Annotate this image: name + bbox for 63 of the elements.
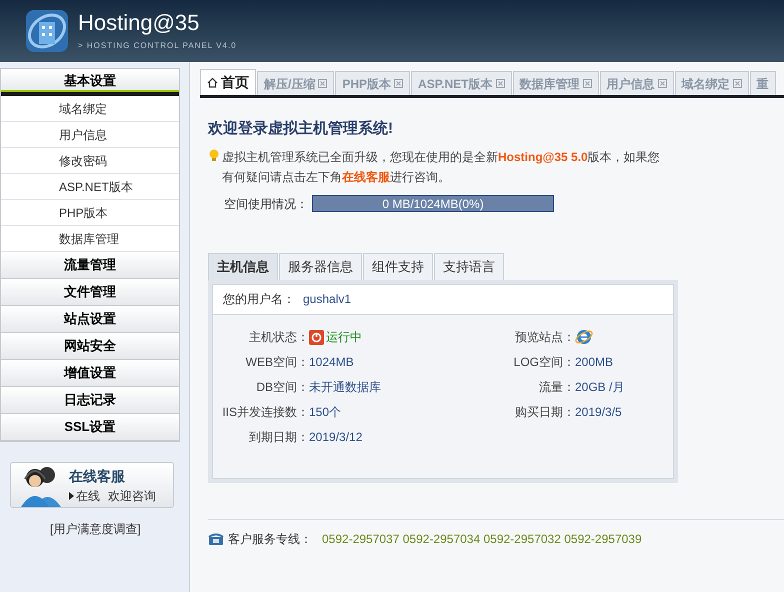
field-label: WEB空间： bbox=[244, 354, 309, 371]
sidebar-item[interactable]: PHP版本 bbox=[1, 200, 179, 226]
info-tab[interactable]: 支持语言 bbox=[434, 252, 504, 280]
field-label: DB空间： bbox=[255, 379, 309, 396]
usage-reading: 0 MB/1024MB(0%) bbox=[382, 196, 484, 212]
close-icon[interactable] bbox=[732, 79, 742, 88]
welcome-title: 欢迎登录虚拟主机管理系统! bbox=[208, 118, 394, 139]
building-logo-icon bbox=[24, 8, 70, 54]
support-card[interactable]: 在线客服 在线 欢迎咨询 bbox=[10, 462, 174, 508]
status-value: 运行中 bbox=[326, 329, 362, 346]
sidebar-item[interactable]: ASP.NET版本 bbox=[1, 174, 179, 200]
info-tab[interactable]: 主机信息 bbox=[208, 252, 278, 280]
info-tab[interactable]: 组件支持 bbox=[363, 252, 433, 280]
sidebar-item[interactable]: 修改密码 bbox=[1, 148, 179, 174]
field-label: 预览站点： bbox=[514, 329, 575, 346]
close-icon[interactable] bbox=[582, 79, 592, 88]
brand-subtitle: > HOSTING CONTROL PANEL V4.0 bbox=[78, 40, 237, 52]
brand-title: Hosting@35 bbox=[78, 10, 200, 36]
field-label: 流量： bbox=[538, 379, 575, 396]
usage-label: 空间使用情况： bbox=[224, 196, 308, 212]
username-value: gushalv1 bbox=[303, 291, 352, 308]
lightbulb-icon bbox=[208, 148, 220, 162]
close-icon[interactable] bbox=[496, 79, 504, 88]
field-value: 2019/3/12 bbox=[309, 429, 362, 446]
sidebar-section[interactable]: 增值设置 bbox=[1, 360, 179, 387]
field-label: 购买日期： bbox=[514, 404, 575, 421]
home-icon bbox=[207, 77, 218, 88]
field-value: 200MB bbox=[575, 354, 614, 371]
field-value: 2019/3/5 bbox=[575, 404, 622, 421]
support-note: 欢迎咨询 bbox=[108, 488, 156, 504]
browser-icon[interactable] bbox=[575, 328, 593, 346]
hotline-numbers: 0592-2957037 0592-2957034 0592-2957032 0592-2957039 bbox=[322, 530, 642, 548]
sidebar-section[interactable]: 文件管理 bbox=[1, 279, 179, 306]
field-label: 主机状态： bbox=[248, 329, 309, 346]
close-icon[interactable] bbox=[318, 79, 328, 88]
field-label: LOG空间： bbox=[512, 354, 575, 371]
triangle-icon bbox=[69, 492, 74, 500]
page-tab[interactable]: 首页 bbox=[200, 69, 256, 95]
sidebar-section[interactable]: 流量管理 bbox=[1, 252, 179, 279]
sidebar-section[interactable]: 日志记录 bbox=[1, 387, 179, 414]
close-icon[interactable] bbox=[658, 79, 666, 88]
phone-icon bbox=[208, 532, 224, 546]
field-label: IIS并发连接数： bbox=[221, 404, 309, 421]
survey-link[interactable]: [用户满意度调查] bbox=[50, 520, 189, 538]
field-value: 未开通数据库 bbox=[309, 379, 381, 396]
field-value: 150个 bbox=[309, 404, 342, 421]
support-title: 在线客服 bbox=[69, 466, 126, 486]
field-label: 到期日期： bbox=[248, 429, 309, 446]
close-icon[interactable] bbox=[394, 79, 404, 88]
online-label: 在线 bbox=[76, 488, 100, 504]
field-value: 1024MB bbox=[309, 354, 354, 371]
sidebar-section[interactable]: 网站安全 bbox=[1, 333, 179, 360]
field-value: 20GB /月 bbox=[575, 379, 624, 396]
sidebar-section[interactable]: SSL设置 bbox=[1, 414, 179, 441]
sidebar-item[interactable]: 域名绑定 bbox=[1, 96, 179, 122]
power-icon bbox=[309, 330, 324, 344]
username-label: 您的用户名： bbox=[223, 291, 295, 308]
upgrade-notice: 虚拟主机管理系统已全面升级，您现在使用的是全新Hosting@35 5.0版本，如果您 有何疑问请点击左下角在线客服进行咨询。 bbox=[222, 148, 661, 186]
hotline-label: 客户服务专线： bbox=[228, 530, 312, 548]
sidebar-item[interactable]: 用户信息 bbox=[1, 122, 179, 148]
info-tab[interactable]: 服务器信息 bbox=[279, 252, 362, 280]
sidebar-section[interactable]: 基本设置 bbox=[1, 69, 179, 96]
sidebar-section[interactable]: 站点设置 bbox=[1, 306, 179, 333]
